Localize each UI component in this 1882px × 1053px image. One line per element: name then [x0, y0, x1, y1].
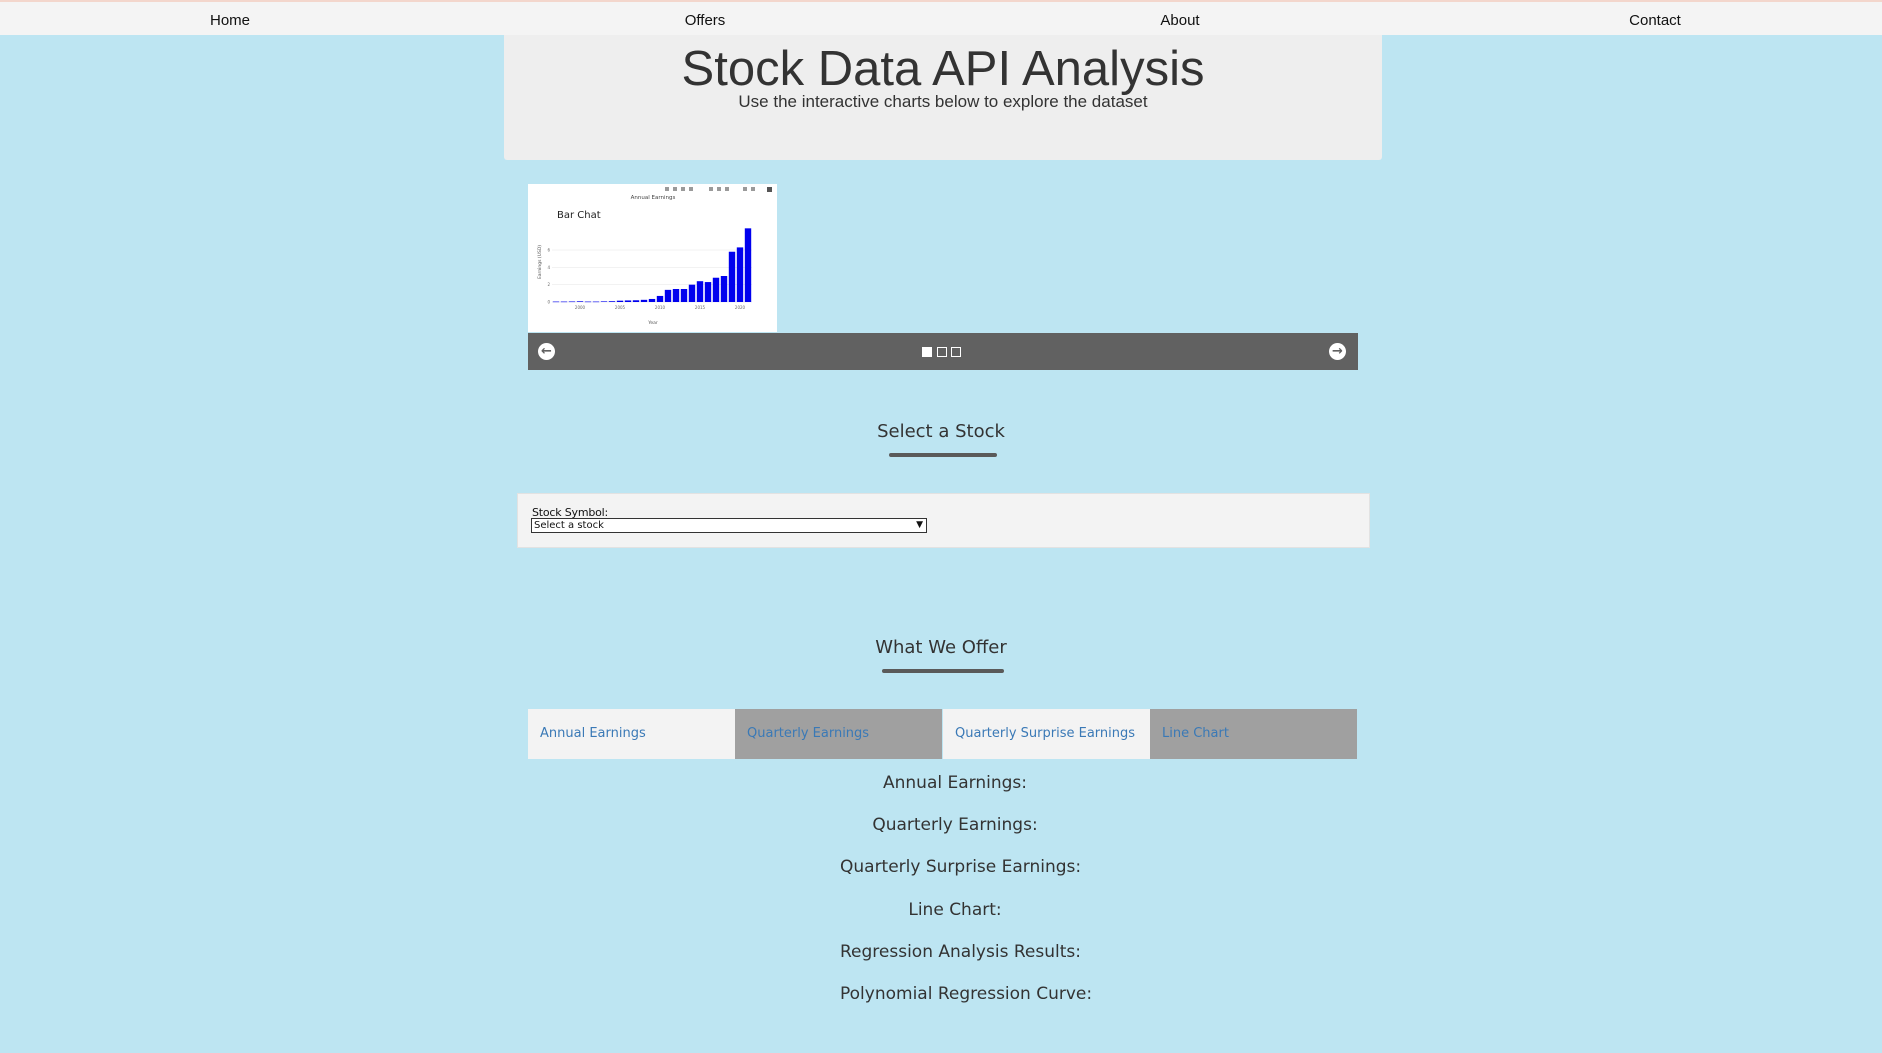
chart-bar-2010[interactable]: [656, 295, 664, 302]
carousel-prev-arrow-icon[interactable]: ←: [538, 343, 555, 360]
carousel-dot-1[interactable]: [922, 347, 932, 357]
select-stock-heading: Select a Stock: [877, 421, 1005, 442]
stock-symbol-select[interactable]: Select a stock ▼: [531, 518, 927, 533]
tab-annual-earnings[interactable]: Annual Earnings: [528, 709, 735, 759]
chart-bar-2011[interactable]: [664, 289, 672, 302]
chart-bar-2007[interactable]: [632, 300, 640, 302]
chart-y-tick-label: 0: [547, 300, 550, 305]
nav-contact-link[interactable]: Contact: [1629, 12, 1681, 29]
stock-select-form: Stock Symbol: Select a stock ▼: [517, 493, 1370, 548]
select-stock-underline: [889, 453, 997, 457]
nav-home-link[interactable]: Home: [210, 12, 250, 29]
tab-quarterly-surprise-earnings[interactable]: Quarterly Surprise Earnings: [943, 709, 1150, 759]
chart-bar-2002[interactable]: [592, 301, 600, 303]
result-annual-earnings: Annual Earnings:: [883, 773, 1027, 793]
chart-bar-2020[interactable]: [736, 247, 744, 302]
tab-line-chart[interactable]: Line Chart: [1150, 709, 1357, 759]
chart-bar-2018[interactable]: [720, 276, 728, 302]
chart-bar-1999[interactable]: [568, 301, 576, 303]
result-line-chart: Line Chart:: [908, 900, 1002, 920]
chart-y-axis-label: Earnings (USD): [537, 245, 543, 279]
chart-x-axis-label: Year: [647, 320, 658, 326]
result-polynomial-regression: Polynomial Regression Curve:: [840, 984, 1093, 1004]
page-header: Stock Data API Analysis Use the interact…: [504, 35, 1382, 160]
chart-x-tick-label: 2010: [655, 305, 666, 310]
top-nav-bar: Home Offers About Contact: [0, 0, 1882, 35]
stock-symbol-selected-value: Select a stock: [534, 520, 604, 531]
chart-bar-2016[interactable]: [704, 282, 712, 302]
slide-caption: Bar Chat: [557, 210, 601, 221]
chart-bar-2013[interactable]: [680, 289, 688, 302]
nav-about-link[interactable]: About: [1160, 12, 1199, 29]
chart-bar-2006[interactable]: [624, 300, 632, 302]
chart-title: Annual Earnings: [631, 195, 676, 201]
chart-bar-2019[interactable]: [728, 251, 736, 302]
nav-offers-link[interactable]: Offers: [685, 12, 726, 29]
chart-bar-2014[interactable]: [688, 284, 696, 302]
result-regression-analysis: Regression Analysis Results:: [840, 942, 1081, 962]
chevron-down-icon: ▼: [916, 520, 923, 530]
what-we-offer-underline: [882, 669, 1004, 673]
chart-bar-2004[interactable]: [608, 301, 616, 302]
chart-x-tick-label: 2020: [735, 305, 746, 310]
result-quarterly-earnings: Quarterly Earnings:: [872, 815, 1038, 835]
page-title: Stock Data API Analysis: [681, 42, 1205, 96]
page-subtitle: Use the interactive charts below to expl…: [738, 92, 1148, 111]
chart-bar-2015[interactable]: [696, 281, 704, 302]
chart-x-tick-label: 2000: [575, 305, 586, 310]
chart-bar-2000[interactable]: [576, 301, 584, 302]
chart-bar-2005[interactable]: [616, 300, 624, 302]
chart-bar-1998[interactable]: [560, 301, 568, 303]
chart-modebar[interactable]: [665, 187, 772, 192]
chart-bar-2021[interactable]: [744, 228, 752, 302]
carousel-slide: Annual Earnings Bar Chat Earnings (USD) …: [528, 184, 777, 332]
chart-x-tick-label: 2015: [695, 305, 706, 310]
chart-y-tick-label: 2: [547, 282, 550, 287]
tab-quarterly-earnings[interactable]: Quarterly Earnings: [735, 709, 942, 759]
chart-bar-2009[interactable]: [648, 298, 656, 302]
chart-bar-2001[interactable]: [584, 301, 592, 303]
carousel-dot-3[interactable]: [951, 347, 961, 357]
chart-bar-1997[interactable]: [552, 301, 560, 303]
chart-y-tick-label: 6: [547, 248, 550, 253]
carousel-next-arrow-icon[interactable]: →: [1329, 343, 1346, 360]
annual-earnings-chart: Annual Earnings Bar Chat Earnings (USD) …: [537, 187, 772, 326]
chart-bar-2017[interactable]: [712, 277, 720, 302]
chart-bar-2008[interactable]: [640, 299, 648, 302]
chart-x-tick-label: 2005: [615, 305, 626, 310]
what-we-offer-heading: What We Offer: [875, 637, 1007, 658]
chart-y-tick-label: 4: [547, 265, 550, 270]
result-quarterly-surprise-earnings: Quarterly Surprise Earnings:: [840, 857, 1082, 877]
carousel-dot-2[interactable]: [937, 347, 947, 357]
chart-bar-2012[interactable]: [672, 289, 680, 302]
chart-bar-2003[interactable]: [600, 301, 608, 302]
